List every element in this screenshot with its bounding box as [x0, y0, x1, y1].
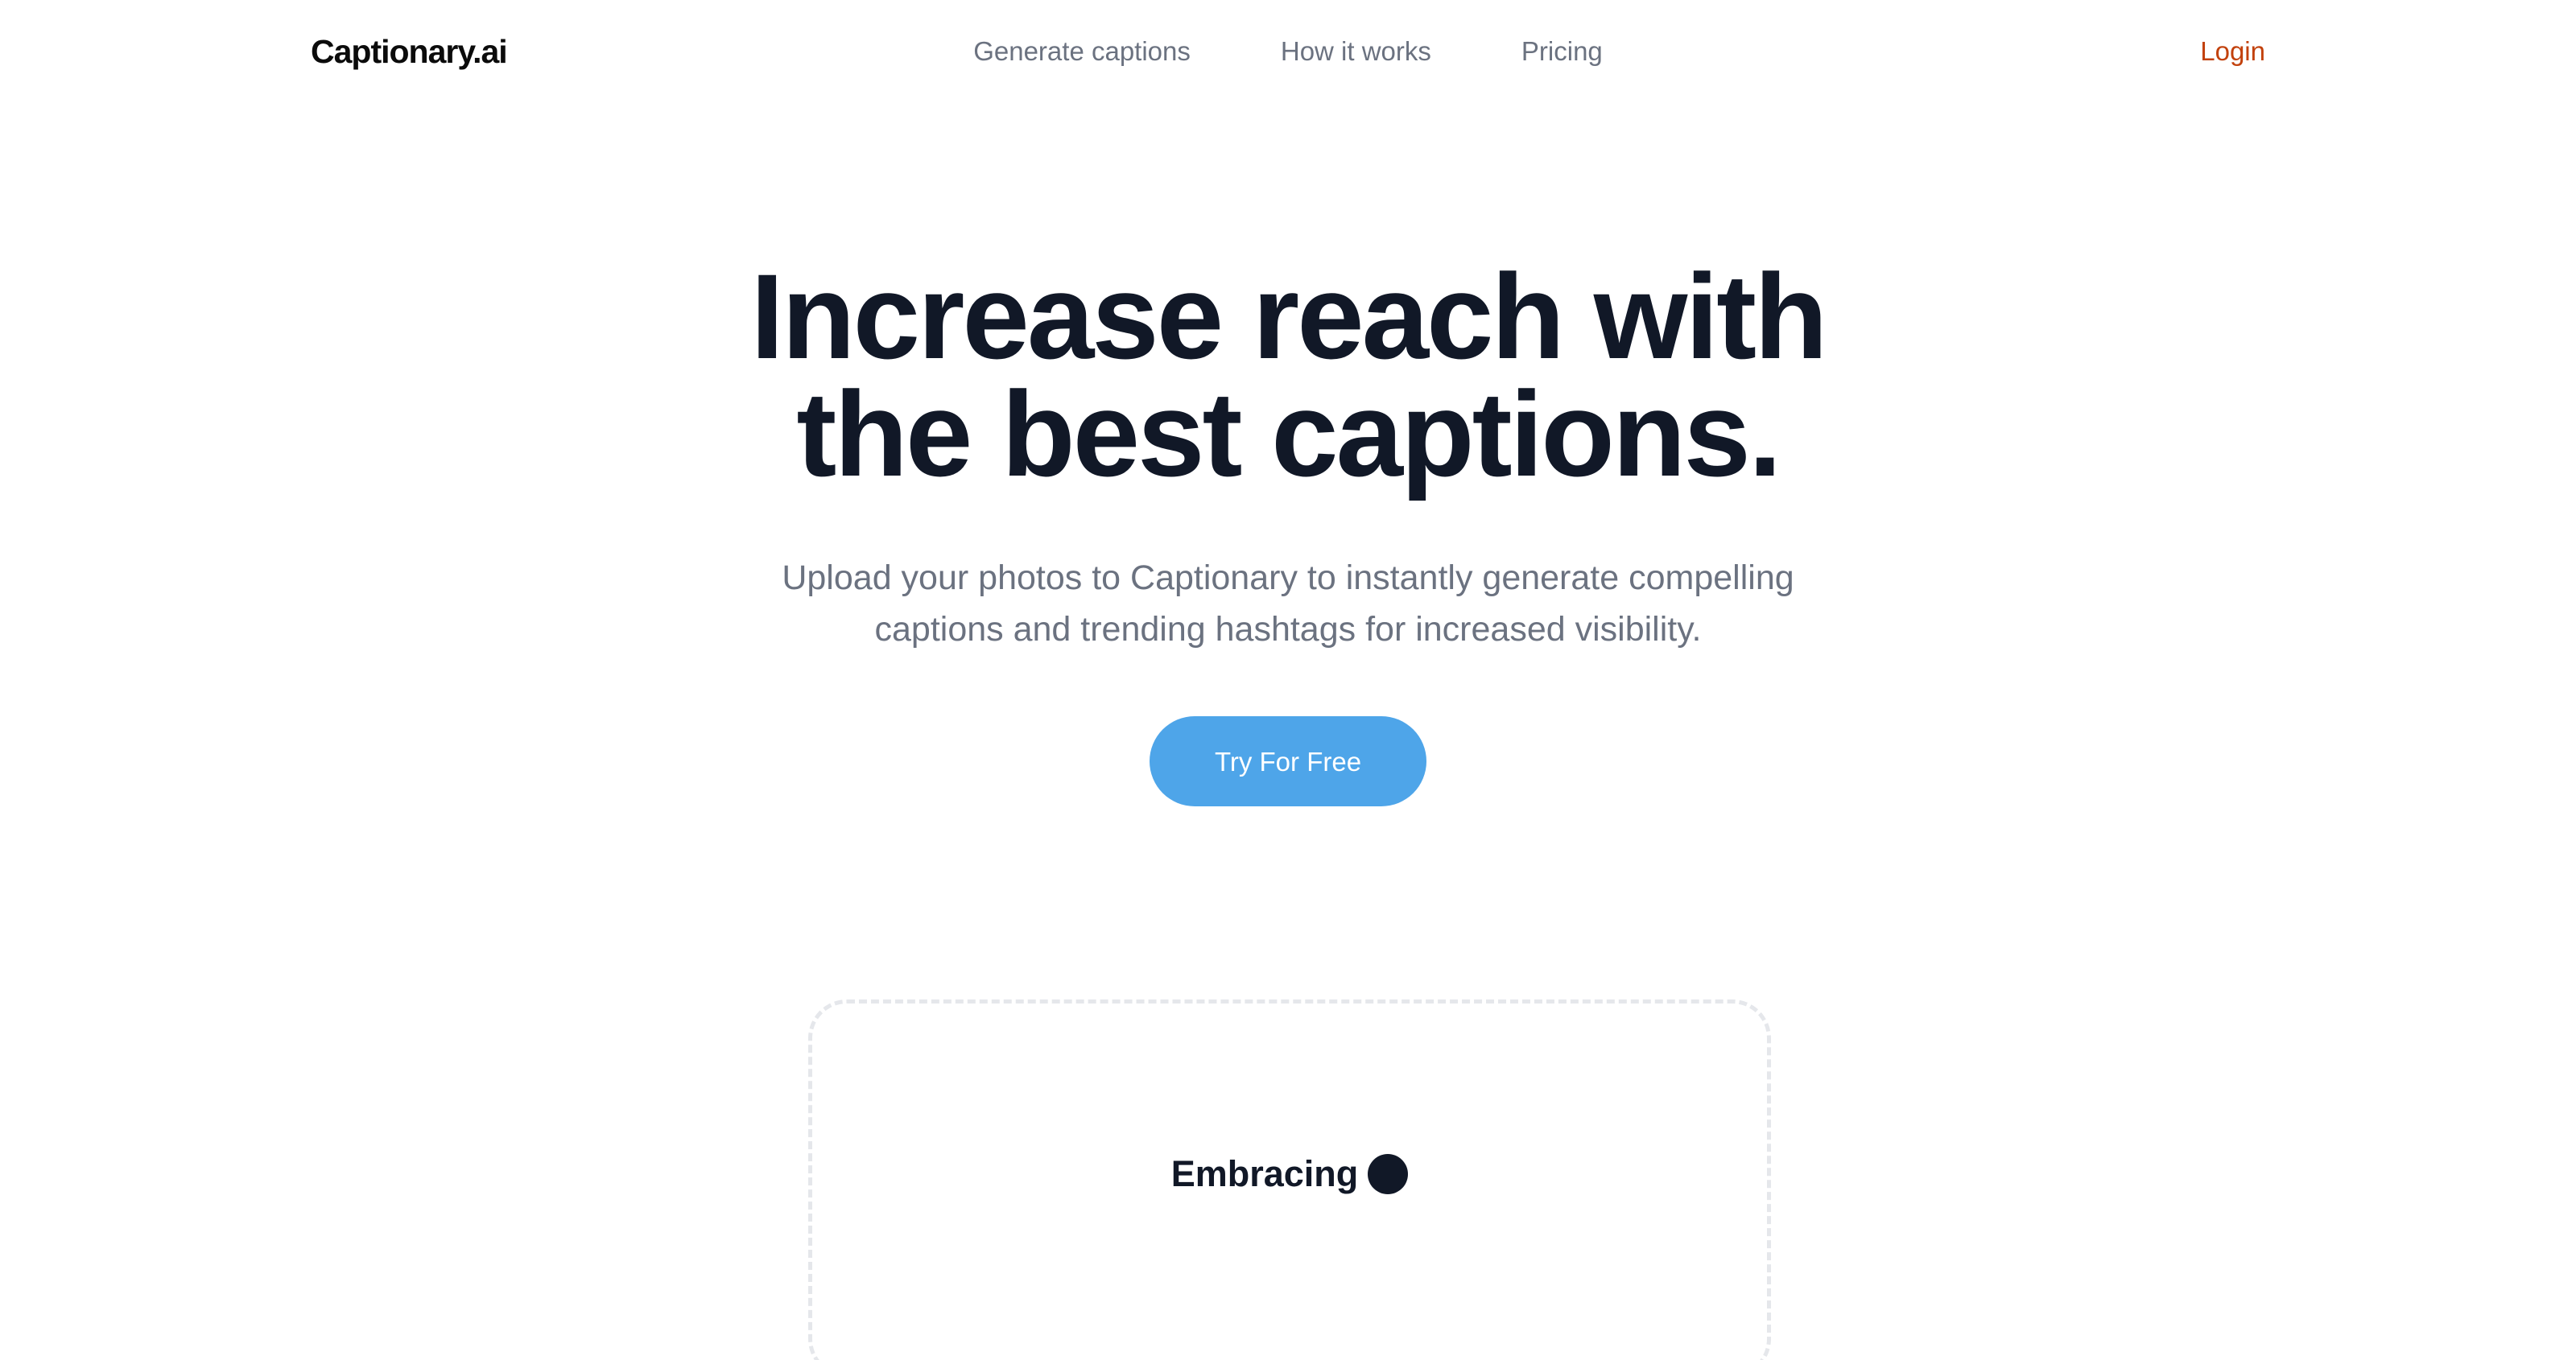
- nav-link-how-it-works[interactable]: How it works: [1281, 29, 1431, 74]
- loading-dot-icon: [1368, 1154, 1409, 1194]
- try-for-free-button[interactable]: Try For Free: [1150, 716, 1426, 806]
- nav-link-pricing[interactable]: Pricing: [1521, 29, 1603, 74]
- logo[interactable]: Captionary.ai: [311, 29, 508, 74]
- nav-link-group: Generate captions How it works Pricing: [973, 29, 1603, 74]
- hero-headline: Increase reach with the best captions.: [684, 256, 1892, 494]
- page: Captionary.ai Generate captions How it w…: [0, 0, 2576, 1360]
- hero-headline-line-1: Increase reach with: [750, 249, 1827, 384]
- hero-subtitle: Upload your photos to Captionary to inst…: [782, 558, 1794, 649]
- hero-section: Increase reach with the best captions. U…: [0, 256, 2576, 806]
- upload-dropzone[interactable]: Embracing: [808, 999, 1771, 1360]
- nav-link-generate-captions[interactable]: Generate captions: [973, 29, 1191, 74]
- hero-headline-line-2: the best captions.: [796, 366, 1781, 501]
- caption-status: Embracing: [1171, 1153, 1409, 1195]
- status-text: Embracing: [1170, 1153, 1359, 1194]
- login-link[interactable]: Login: [2200, 29, 2265, 74]
